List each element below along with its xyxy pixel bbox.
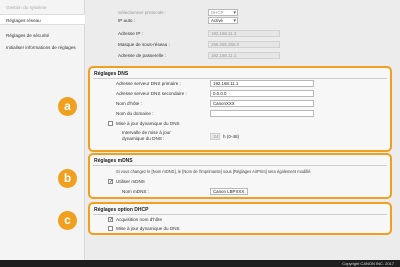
- sidebar-item-network-settings[interactable]: Réglages réseau: [0, 14, 85, 25]
- subnet-mask-label: Masque de sous-réseau :: [118, 42, 170, 47]
- auto-ip-row: IP auto : Activé: [88, 17, 392, 25]
- section-divider: [93, 78, 387, 79]
- dhcp-dns-update-label: Mise à jour dynamique du DNS: [116, 226, 180, 231]
- callout-a-marker: a: [58, 97, 77, 116]
- dhcp-option-title: Réglages option DHCP: [94, 207, 149, 213]
- mdns-settings-title: Réglages mDNS: [94, 158, 133, 164]
- dns-primary-row: Adresse serveur DNS primaire : 192.168.1…: [90, 80, 390, 88]
- dhcp-dns-update-checkbox[interactable]: [108, 226, 113, 231]
- dhcp-dns-update-row: Mise à jour dynamique du DNS: [90, 225, 390, 233]
- mdns-name-label: Nom mDNS :: [122, 189, 150, 194]
- sidebar-item-system-management[interactable]: Gestion du système: [0, 2, 85, 13]
- section-divider: [93, 165, 387, 166]
- dns-primary-field[interactable]: 192.168.11.1: [210, 80, 314, 87]
- host-name-row: Nom d'hôte : CanonXXX: [90, 100, 390, 108]
- dns-secondary-label: Adresse serveur DNS secondaire :: [116, 91, 187, 96]
- footer-bar: Copyright CANON INC. 2017: [0, 260, 400, 267]
- callout-b-marker: b: [58, 169, 77, 188]
- host-name-field[interactable]: CanonXXX: [210, 100, 314, 107]
- subnet-mask-field[interactable]: 255.255.255.0: [208, 41, 280, 48]
- dns-interval-unit: h (0-48): [223, 134, 240, 139]
- dns-settings-title: Réglages DNS: [94, 71, 129, 77]
- mdns-name-row: Nom mDNS : Canon LBPXXX: [90, 188, 390, 196]
- dns-primary-label: Adresse serveur DNS primaire :: [116, 81, 181, 86]
- dns-settings-section: Réglages DNS Adresse serveur DNS primair…: [88, 66, 392, 152]
- callout-c-marker: c: [58, 211, 77, 230]
- copyright-text: Copyright CANON INC. 2017: [342, 261, 394, 266]
- sidebar-item-security-settings[interactable]: Réglages de sécurité: [0, 30, 85, 41]
- ip-address-field[interactable]: 192.168.11.3: [208, 30, 280, 37]
- mdns-settings-section: Réglages mDNS Si vous changez le [Nom mD…: [88, 153, 392, 199]
- dns-dynamic-update-label: Mise à jour dynamique du DNS: [116, 121, 180, 126]
- acquire-hostname-label: Acquisition nom d'hôte: [116, 217, 163, 222]
- use-mdns-label: Utiliser mDNS: [116, 179, 145, 184]
- gateway-row: Adresse de passerelle : 192.168.11.1: [88, 52, 392, 60]
- dhcp-option-section: Réglages option DHCP ✓ Acquisition nom d…: [88, 202, 392, 235]
- domain-name-label: Nom du domaine :: [116, 111, 154, 116]
- use-mdns-row: ✓ Utiliser mDNS: [90, 178, 390, 186]
- ip-address-row: Adresse IP : 192.168.11.3: [88, 30, 392, 38]
- auto-ip-select[interactable]: Activé: [208, 17, 238, 24]
- ip-method-row: Sélectionner protocole : DHCP: [88, 9, 392, 17]
- mdns-name-field[interactable]: Canon LBPXXX: [210, 188, 248, 195]
- main-content: Sélectionner protocole : DHCP IP auto : …: [88, 0, 392, 260]
- host-name-label: Nom d'hôte :: [116, 101, 142, 106]
- acquire-hostname-row: ✓ Acquisition nom d'hôte: [90, 216, 390, 224]
- ip-method-select[interactable]: DHCP: [208, 9, 238, 16]
- gateway-label: Adresse de passerelle :: [118, 53, 167, 58]
- dns-secondary-field[interactable]: 0.0.0.0: [210, 90, 314, 97]
- ip-address-label: Adresse IP :: [118, 31, 143, 36]
- mdns-note: Si vous changez le [Nom mDNS], le [Nom d…: [116, 169, 312, 174]
- domain-name-field[interactable]: [210, 110, 314, 117]
- dns-interval-field[interactable]: 24: [210, 133, 220, 140]
- use-mdns-checkbox[interactable]: ✓: [108, 179, 113, 185]
- subnet-mask-row: Masque de sous-réseau : 255.255.255.0: [88, 41, 392, 49]
- sidebar-item-initialize-settings[interactable]: Initialiser informations de réglages: [0, 42, 85, 53]
- auto-ip-label: IP auto :: [118, 18, 136, 23]
- acquire-hostname-checkbox[interactable]: ✓: [108, 217, 113, 223]
- ip-method-label: Sélectionner protocole :: [118, 10, 167, 15]
- dns-dynamic-update-checkbox[interactable]: [108, 121, 113, 126]
- dns-interval-row: Intervalle de mise à jour dynamique du D…: [90, 130, 390, 144]
- section-divider: [93, 214, 387, 215]
- gateway-field[interactable]: 192.168.11.1: [208, 52, 280, 59]
- dns-dynamic-update-row: Mise à jour dynamique du DNS: [90, 120, 390, 128]
- dns-interval-label-2: dynamique du DNS :: [122, 136, 165, 141]
- dns-secondary-row: Adresse serveur DNS secondaire : 0.0.0.0: [90, 90, 390, 98]
- domain-name-row: Nom du domaine :: [90, 110, 390, 118]
